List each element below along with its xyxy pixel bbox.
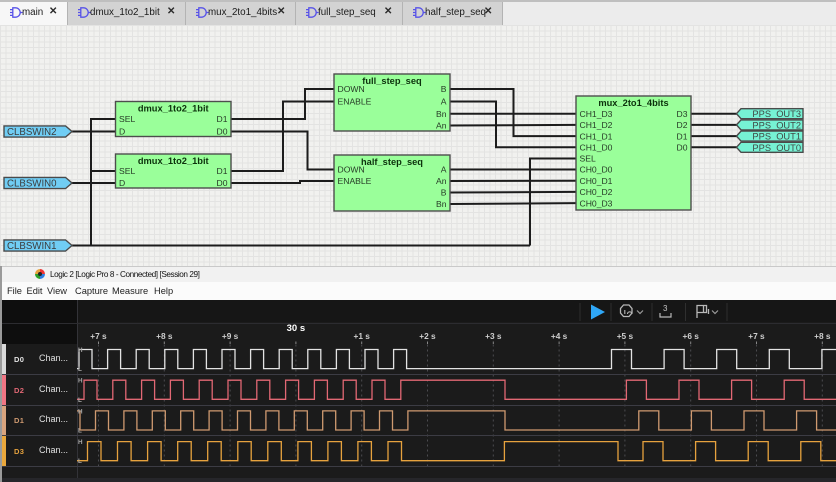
- svg-text:SEL: SEL: [119, 166, 135, 176]
- svg-text:A: A: [441, 165, 447, 175]
- svg-text:+5 s: +5 s: [617, 331, 634, 341]
- svg-text:+2 s: +2 s: [419, 331, 436, 341]
- svg-text:An: An: [436, 176, 447, 186]
- svg-text:30 s: 30 s: [287, 323, 306, 334]
- svg-text:+8 s: +8 s: [156, 331, 173, 341]
- svg-text:D0: D0: [677, 143, 688, 153]
- svg-text:H: H: [78, 347, 83, 354]
- svg-text:PPS_OUT1: PPS_OUT1: [752, 132, 801, 142]
- svg-text:+1 s: +1 s: [354, 331, 371, 341]
- svg-text:CH0_D0: CH0_D0: [580, 165, 613, 175]
- svg-text:+7 s: +7 s: [748, 331, 765, 341]
- svg-text:H: H: [78, 439, 83, 446]
- svg-text:full_step_seq: full_step_seq: [362, 76, 422, 86]
- svg-text:D0: D0: [217, 178, 228, 188]
- svg-text:L: L: [78, 458, 82, 465]
- svg-text:+8 s: +8 s: [814, 331, 831, 341]
- svg-text:ENABLE: ENABLE: [338, 97, 372, 107]
- svg-text:D1: D1: [217, 114, 228, 124]
- svg-text:+4 s: +4 s: [551, 331, 568, 341]
- svg-text:CH0_D3: CH0_D3: [580, 198, 613, 208]
- svg-text:CH1_D2: CH1_D2: [580, 120, 613, 130]
- svg-text:Bn: Bn: [436, 109, 447, 119]
- svg-text:CH0_D1: CH0_D1: [580, 176, 613, 186]
- svg-text:half_step_seq: half_step_seq: [361, 157, 423, 167]
- svg-text:D: D: [119, 178, 125, 188]
- svg-text:PPS_OUT3: PPS_OUT3: [752, 109, 801, 119]
- svg-text:D3: D3: [677, 109, 688, 119]
- svg-text:CLBSWIN0: CLBSWIN0: [7, 179, 57, 190]
- svg-text:DOWN: DOWN: [338, 165, 365, 175]
- svg-text:H: H: [78, 408, 83, 415]
- svg-text:+7 s: +7 s: [90, 331, 107, 341]
- svg-text:+6 s: +6 s: [683, 331, 700, 341]
- svg-text:CH1_D1: CH1_D1: [580, 131, 613, 141]
- svg-text:PPS_OUT0: PPS_OUT0: [752, 143, 801, 153]
- svg-text:CH0_D2: CH0_D2: [580, 187, 613, 197]
- svg-text:An: An: [436, 121, 447, 131]
- svg-text:D0: D0: [217, 127, 228, 137]
- svg-text:SEL: SEL: [119, 114, 135, 124]
- svg-text:3: 3: [663, 304, 668, 313]
- svg-text:dmux_1to2_1bit: dmux_1to2_1bit: [138, 104, 209, 114]
- svg-text:CLBSWIN2: CLBSWIN2: [7, 127, 57, 138]
- svg-text:CH1_D3: CH1_D3: [580, 109, 613, 119]
- svg-text:B: B: [441, 188, 447, 198]
- svg-text:D1: D1: [217, 166, 228, 176]
- svg-text:D1: D1: [677, 131, 688, 141]
- svg-text:mux_2to1_4bits: mux_2to1_4bits: [598, 98, 668, 108]
- svg-text:dmux_1to2_1bit: dmux_1to2_1bit: [138, 156, 209, 166]
- svg-text:Bn: Bn: [436, 199, 447, 209]
- svg-text:H: H: [78, 378, 83, 385]
- svg-text:+3 s: +3 s: [485, 331, 502, 341]
- svg-text:L: L: [78, 397, 82, 404]
- svg-text:D2: D2: [677, 120, 688, 130]
- svg-text:L: L: [78, 366, 82, 373]
- svg-text:PPS_OUT2: PPS_OUT2: [752, 120, 801, 130]
- svg-text:D: D: [119, 127, 125, 137]
- svg-text:A: A: [441, 97, 447, 107]
- svg-text:SEL: SEL: [580, 154, 596, 164]
- svg-text:B: B: [441, 84, 447, 94]
- svg-text:ENABLE: ENABLE: [338, 176, 372, 186]
- svg-text:CH1_D0: CH1_D0: [580, 143, 613, 153]
- svg-text:DOWN: DOWN: [338, 84, 365, 94]
- svg-text:CLBSWIN1: CLBSWIN1: [7, 241, 57, 252]
- svg-text:L: L: [78, 428, 82, 435]
- svg-text:+9 s: +9 s: [222, 331, 239, 341]
